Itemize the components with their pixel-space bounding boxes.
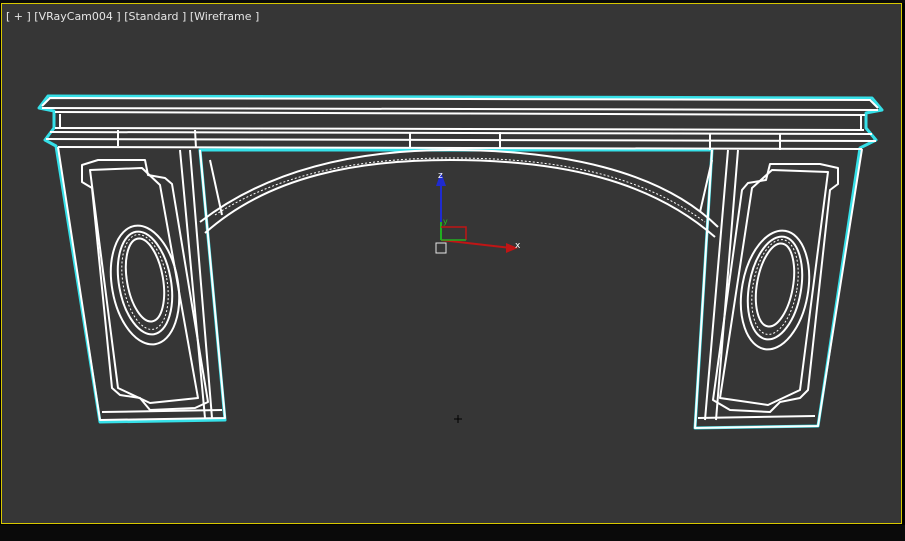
gizmo-axis-y: y xyxy=(443,217,448,226)
cornice-top-edge xyxy=(41,97,879,109)
left-panel-frame xyxy=(81,159,209,411)
right-medallion-mid xyxy=(746,235,804,341)
left-medallion-mid xyxy=(116,230,174,336)
arch-dentils xyxy=(214,157,706,223)
cornice-band xyxy=(54,111,866,131)
right-panel-frame xyxy=(712,163,839,413)
bottom-strip xyxy=(0,525,905,541)
lintel-band xyxy=(45,131,877,150)
arch-span-left xyxy=(209,159,223,216)
gizmo-axis-x: x xyxy=(515,241,521,251)
left-pillar-inner-edge xyxy=(179,149,213,419)
left-pillar-outer xyxy=(57,146,226,421)
right-panel-inner xyxy=(719,169,829,406)
cornice-lower-edge xyxy=(41,107,879,111)
arch-outer-curve xyxy=(204,159,716,238)
transform-gizmo-icon[interactable]: z x y xyxy=(436,171,521,253)
left-panel-inner xyxy=(89,167,199,404)
arch-wireframe xyxy=(37,94,884,430)
gizmo-axis-z: z xyxy=(438,171,443,181)
crosshair-icon xyxy=(454,415,462,423)
scene-canvas[interactable]: z x y xyxy=(0,0,905,541)
right-pillar-outer xyxy=(694,148,863,429)
pivot-box-icon[interactable] xyxy=(435,242,447,254)
